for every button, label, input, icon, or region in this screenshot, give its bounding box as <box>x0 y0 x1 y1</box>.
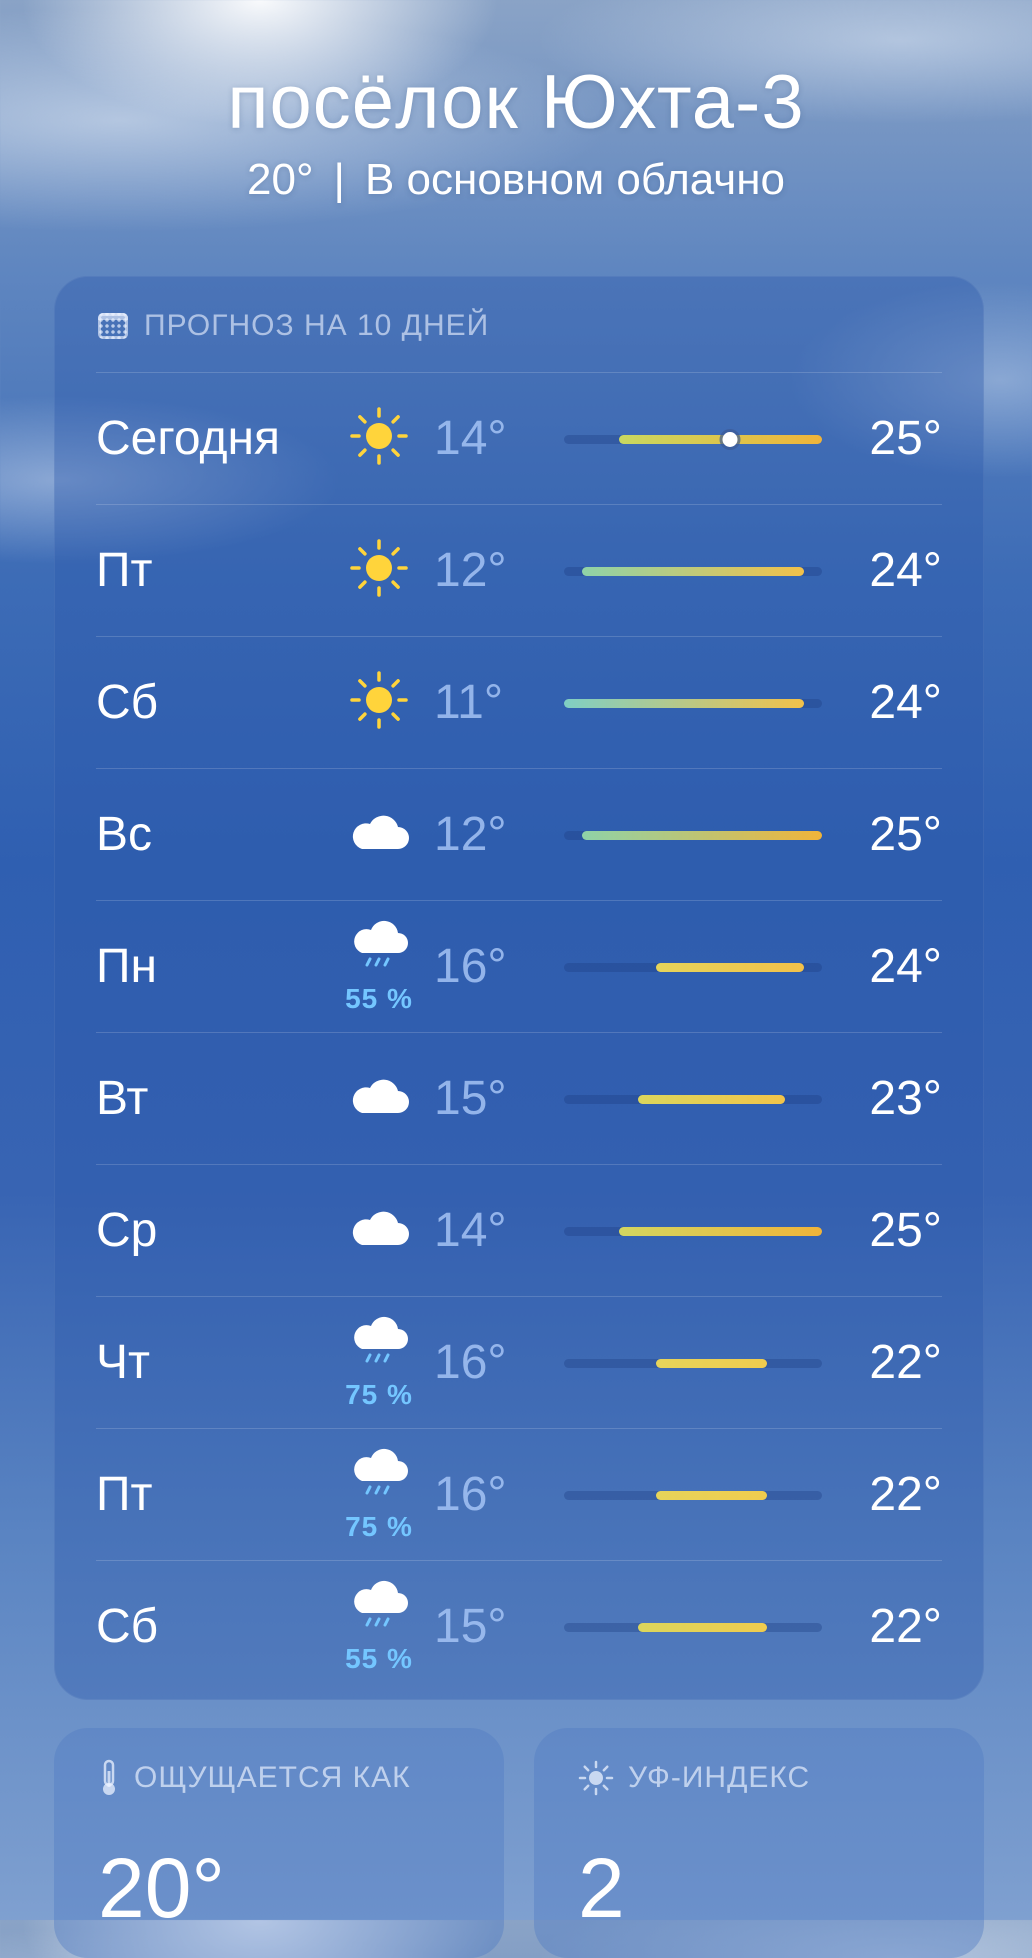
precipitation-chance: 55 % <box>345 1643 413 1674</box>
forecast-day-row[interactable]: Сегодня 14° 25° <box>96 372 942 505</box>
forecast-day-row[interactable]: Сб 11° 24° <box>96 636 942 769</box>
day-name: Сб <box>96 676 159 729</box>
day-name: Пт <box>96 544 153 597</box>
feels-like-header: ОЩУЩАЕТСЯ КАК <box>98 1758 411 1798</box>
forecast-day-row[interactable]: Сб 55 % 15° 22° <box>96 1560 942 1693</box>
forecast-day-row[interactable]: Пт 12° 24° <box>96 504 942 637</box>
temperature-range-bar <box>564 699 804 708</box>
day-name: Вт <box>96 1072 149 1125</box>
low-temperature: 12° <box>434 544 507 597</box>
temperature-range-track <box>564 963 822 972</box>
sun-icon <box>578 1760 614 1796</box>
forecast-card-title: ПРОГНОЗ НА 10 ДНЕЙ <box>144 309 490 342</box>
high-temperature: 22° <box>869 1336 942 1389</box>
high-temperature: 25° <box>869 808 942 861</box>
day-name: Сегодня <box>96 412 280 465</box>
feels-like-title: ОЩУЩАЕТСЯ КАК <box>134 1761 411 1794</box>
forecast-day-row[interactable]: Ср 14° 25° <box>96 1164 942 1297</box>
forecast-day-row[interactable]: Пт 75 % 16° 22° <box>96 1428 942 1561</box>
temperature-range-bar <box>582 831 822 840</box>
high-temperature: 23° <box>869 1072 942 1125</box>
summary-separator: | <box>333 155 345 204</box>
uv-index-title: УФ-ИНДЕКС <box>628 1761 811 1794</box>
low-temperature: 12° <box>434 808 507 861</box>
temperature-range-bar <box>656 1491 767 1500</box>
day-name: Ср <box>96 1204 158 1257</box>
high-temperature: 24° <box>869 940 942 993</box>
current-summary: 20° | В основном облачно <box>0 152 1032 208</box>
temperature-range-track <box>564 1623 822 1632</box>
temperature-range-bar <box>582 567 804 576</box>
sun-icon <box>346 535 412 601</box>
low-temperature: 11° <box>434 676 504 729</box>
current-condition: В основном облачно <box>364 155 785 204</box>
thermometer-icon <box>103 1759 115 1795</box>
temperature-range-bar <box>656 1359 767 1368</box>
high-temperature: 24° <box>869 544 942 597</box>
temperature-range-track <box>564 1491 822 1500</box>
cloud-icon <box>346 1195 412 1261</box>
temperature-range-track <box>564 1095 822 1104</box>
uv-index-card[interactable]: УФ-ИНДЕКС 2 <box>534 1728 984 1958</box>
sun-icon <box>346 667 412 733</box>
temperature-range-bar <box>656 963 804 972</box>
city-name: посёлок Юхта-3 <box>227 60 805 145</box>
forecast-card-header: ПРОГНОЗ НА 10 ДНЕЙ <box>98 306 489 346</box>
ten-day-forecast-card[interactable]: ПРОГНОЗ НА 10 ДНЕЙ Сегодня 14° 25° Пт 12° 24°… <box>54 276 984 1700</box>
cloud-icon <box>346 799 412 865</box>
day-name: Пн <box>96 940 158 993</box>
forecast-day-row[interactable]: Вс 12° 25° <box>96 768 942 901</box>
high-temperature: 22° <box>869 1600 942 1653</box>
forecast-day-row[interactable]: Пн 55 % 16° 24° <box>96 900 942 1033</box>
current-temperature-marker <box>722 432 738 447</box>
sun-icon <box>346 403 412 469</box>
temperature-range-track <box>564 831 822 840</box>
cloud-rain-icon <box>346 915 412 981</box>
low-temperature: 14° <box>434 412 507 465</box>
uv-index-value: 2 <box>578 1841 625 1935</box>
cloud-rain-icon <box>346 1443 412 1509</box>
temperature-range-bar <box>637 1623 767 1632</box>
low-temperature: 15° <box>434 1600 507 1653</box>
uv-index-header: УФ-ИНДЕКС <box>578 1758 810 1798</box>
high-temperature: 24° <box>869 676 942 729</box>
cloud-rain-icon <box>346 1311 412 1377</box>
location-header: посёлок Юхта-3 20° | В основном облачно <box>0 58 1032 208</box>
forecast-day-row[interactable]: Вт 15° 23° <box>96 1032 942 1165</box>
precipitation-chance: 75 % <box>345 1511 413 1542</box>
temperature-range-bar <box>619 435 822 444</box>
temperature-range-track <box>564 432 822 447</box>
temperature-range-bar <box>619 1227 822 1236</box>
feels-like-card[interactable]: ОЩУЩАЕТСЯ КАК 20° <box>54 1728 504 1958</box>
day-name: Сб <box>96 1600 159 1653</box>
low-temperature: 14° <box>434 1204 507 1257</box>
low-temperature: 16° <box>434 1468 507 1521</box>
forecast-day-row[interactable]: Чт 75 % 16° 22° <box>96 1296 942 1429</box>
high-temperature: 22° <box>869 1468 942 1521</box>
high-temperature: 25° <box>869 1204 942 1257</box>
day-name: Вс <box>96 808 153 861</box>
calendar-icon <box>98 313 128 339</box>
precipitation-chance: 55 % <box>345 983 413 1014</box>
high-temperature: 25° <box>869 412 942 465</box>
temperature-range-track <box>564 1359 822 1368</box>
day-name: Чт <box>96 1336 150 1389</box>
feels-like-value: 20° <box>98 1841 226 1935</box>
day-name: Пт <box>96 1468 153 1521</box>
temperature-range-track <box>564 567 822 576</box>
low-temperature: 16° <box>434 1336 507 1389</box>
precipitation-chance: 75 % <box>345 1379 413 1410</box>
temperature-range-track <box>564 699 822 708</box>
cloud-rain-icon <box>346 1575 412 1641</box>
temperature-range-track <box>564 1227 822 1236</box>
cloud-icon <box>346 1063 412 1129</box>
current-temperature: 20° <box>247 155 314 204</box>
low-temperature: 15° <box>434 1072 507 1125</box>
temperature-range-bar <box>637 1095 786 1104</box>
low-temperature: 16° <box>434 940 507 993</box>
